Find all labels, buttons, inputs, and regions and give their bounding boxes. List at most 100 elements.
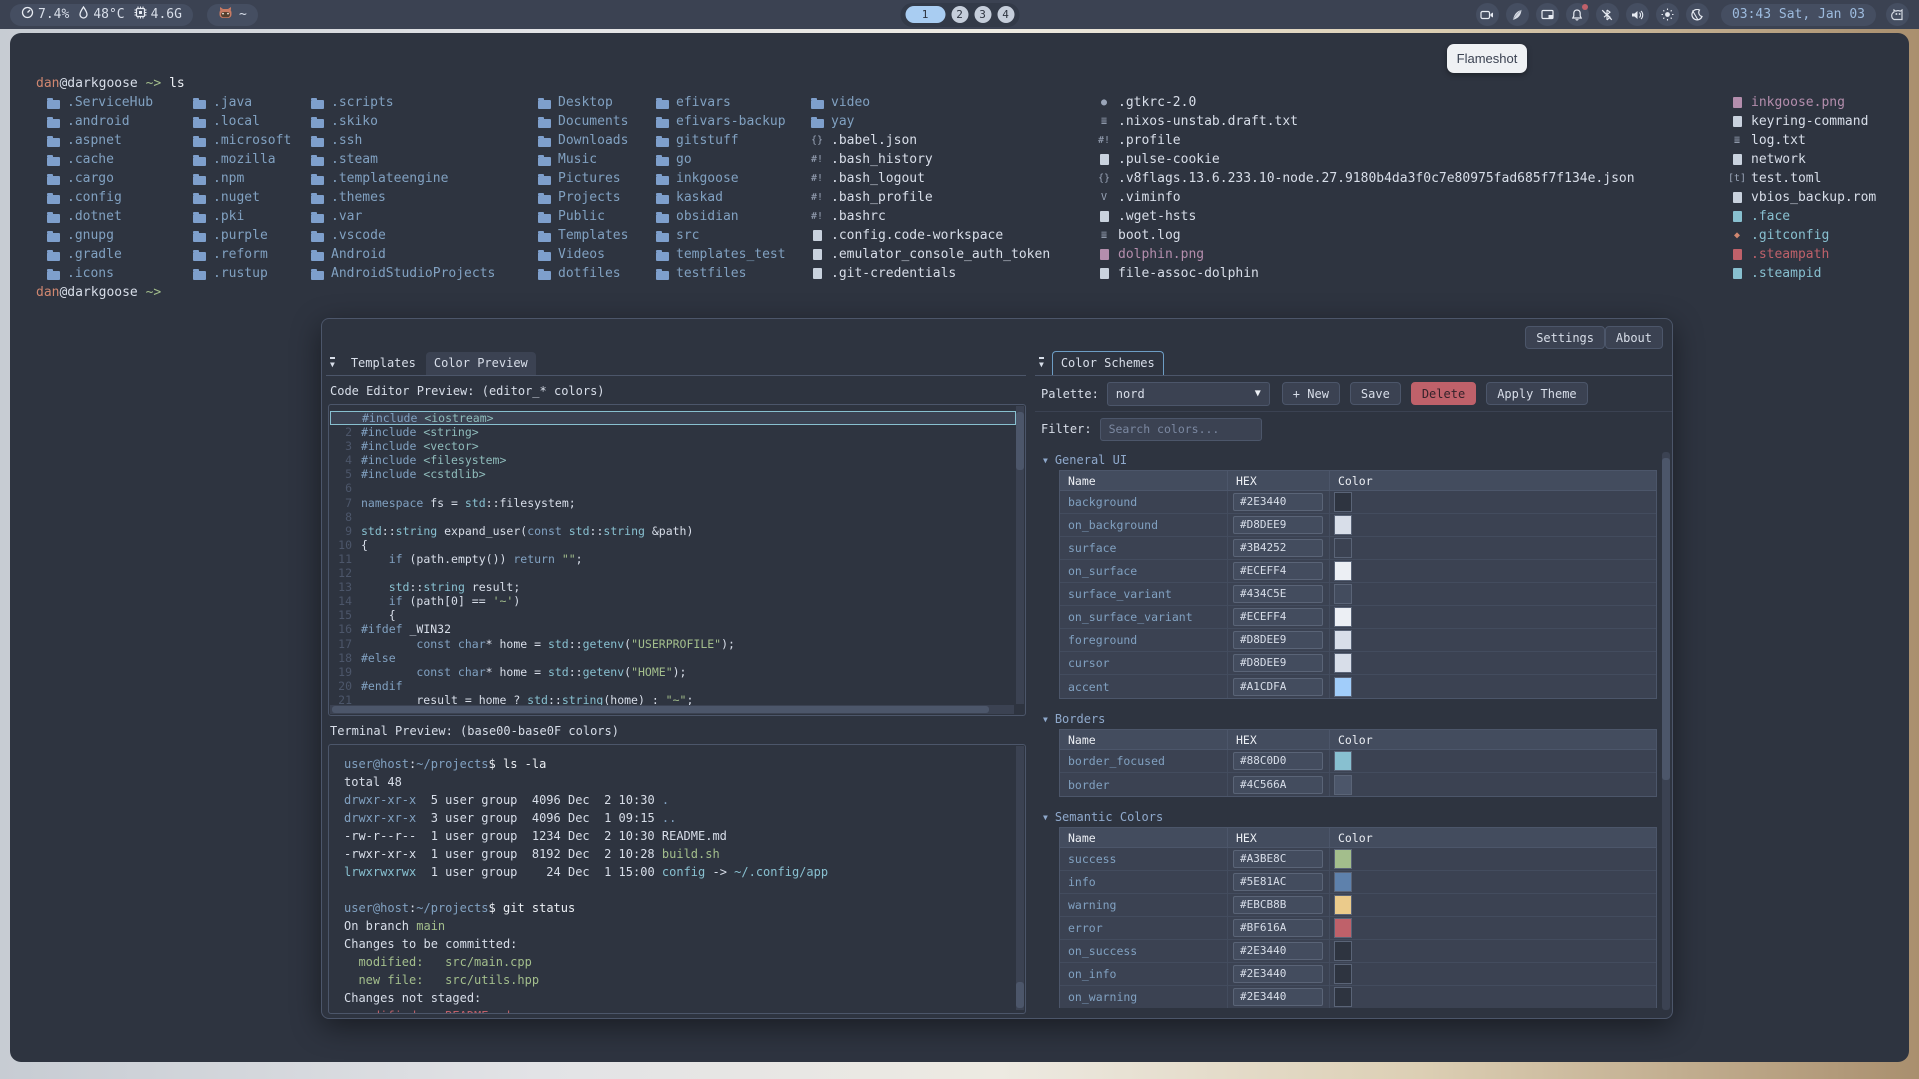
filter-input[interactable] — [1100, 418, 1262, 441]
section-header-semantic-colors[interactable]: ▼Semantic Colors — [1043, 807, 1658, 827]
hex-input[interactable]: #434C5E — [1233, 585, 1323, 603]
file-name: src — [676, 226, 699, 245]
hex-input[interactable]: #ECEFF4 — [1233, 608, 1323, 626]
save-button[interactable]: Save — [1350, 382, 1401, 405]
collapse-icon[interactable]: ▼ — [330, 357, 335, 370]
volume-icon[interactable] — [1626, 3, 1649, 26]
hex-input[interactable]: #3B4252 — [1233, 539, 1323, 557]
file-icon — [1100, 154, 1109, 165]
column-header: Color — [1330, 828, 1656, 847]
hex-input[interactable]: #ECEFF4 — [1233, 562, 1323, 580]
brightness-icon[interactable] — [1656, 3, 1679, 26]
tray-owl-icon[interactable] — [1886, 3, 1909, 26]
flameshot-icon[interactable] — [1506, 3, 1529, 26]
tab-color-schemes[interactable]: Color Schemes — [1052, 351, 1164, 375]
screencast-icon[interactable] — [1476, 3, 1499, 26]
folder-icon — [811, 100, 824, 109]
hex-input[interactable]: #D8DEE9 — [1233, 654, 1323, 672]
workspace-4[interactable]: 4 — [997, 6, 1014, 23]
workspace-3[interactable]: 3 — [974, 6, 991, 23]
color-schemes-scrollbar[interactable] — [1662, 452, 1670, 1010]
hex-input[interactable]: #2E3440 — [1233, 493, 1323, 511]
color-swatch[interactable] — [1334, 872, 1352, 892]
file-listing: .ServiceHub.android.aspnet.cache.cargo.c… — [36, 93, 1909, 283]
line-number: 14 — [329, 594, 361, 608]
notification-icon[interactable] — [1566, 3, 1589, 26]
workspace-2[interactable]: 2 — [951, 6, 968, 23]
hex-input[interactable]: #2E3440 — [1233, 988, 1323, 1006]
hex-input[interactable]: #5E81AC — [1233, 873, 1323, 891]
color-swatch[interactable] — [1334, 941, 1352, 961]
color-swatch[interactable] — [1334, 607, 1352, 627]
hex-input[interactable]: #A1CDFA — [1233, 678, 1323, 696]
code-line: 20#endif — [329, 679, 1025, 693]
color-swatch[interactable] — [1334, 653, 1352, 673]
hex-input[interactable]: #4C566A — [1233, 776, 1323, 794]
file-name: .dotnet — [67, 207, 122, 226]
color-swatch[interactable] — [1334, 895, 1352, 915]
color-swatch[interactable] — [1334, 677, 1352, 697]
tab-color-preview[interactable]: Color Preview — [426, 352, 536, 375]
hex-input[interactable]: #D8DEE9 — [1233, 631, 1323, 649]
color-swatch[interactable] — [1334, 538, 1352, 558]
focused-window-pill[interactable]: ~ — [207, 4, 258, 26]
file-item: ●.gtkrc-2.0 — [1097, 93, 1730, 112]
folder-icon — [193, 271, 206, 280]
apply-theme-button[interactable]: Apply Theme — [1486, 382, 1587, 405]
file-item: src — [655, 226, 810, 245]
new-button[interactable]: + New — [1282, 382, 1340, 405]
line-number: 6 — [329, 481, 361, 495]
color-swatch[interactable] — [1334, 561, 1352, 581]
about-button[interactable]: About — [1605, 326, 1663, 349]
color-name: on_info — [1060, 963, 1228, 985]
file-item: .gnupg — [46, 226, 192, 245]
color-swatch[interactable] — [1334, 964, 1352, 984]
file-name: gitstuff — [676, 131, 739, 150]
clock[interactable]: 03:43 Sat, Jan 03 — [1721, 4, 1876, 26]
editor-horizontal-scrollbar[interactable] — [330, 705, 1014, 714]
file-item: .aspnet — [46, 131, 192, 150]
hex-input[interactable]: #BF616A — [1233, 919, 1323, 937]
color-swatch[interactable] — [1334, 751, 1352, 771]
hex-input[interactable]: #A3BE8C — [1233, 850, 1323, 868]
tab-templates[interactable]: Templates — [343, 352, 424, 375]
night-light-icon[interactable] — [1686, 3, 1709, 26]
file-name: .viminfo — [1118, 188, 1181, 207]
hex-input[interactable]: #2E3440 — [1233, 942, 1323, 960]
section-header-general-ui[interactable]: ▼General UI — [1043, 450, 1658, 470]
section-header-borders[interactable]: ▼Borders — [1043, 709, 1658, 729]
color-swatch[interactable] — [1334, 584, 1352, 604]
bluetooth-off-icon[interactable] — [1596, 3, 1619, 26]
file-name: .config.code-workspace — [831, 226, 1003, 245]
hex-input[interactable]: #D8DEE9 — [1233, 516, 1323, 534]
hex-input[interactable]: #2E3440 — [1233, 965, 1323, 983]
hex-input[interactable]: #88C0D0 — [1233, 752, 1323, 770]
folder-icon — [47, 271, 60, 280]
workspace-1[interactable]: 1 — [905, 6, 945, 23]
code-text: #include <iostream> — [362, 411, 494, 425]
delete-button[interactable]: Delete — [1411, 382, 1476, 405]
folder-icon — [47, 100, 60, 109]
palette-label: Palette: — [1041, 387, 1099, 401]
folder-icon — [656, 138, 669, 147]
collapse-icon[interactable]: ▼ — [1039, 357, 1044, 370]
system-stats-pill[interactable]: 7.4% 48°C 4.6G — [10, 4, 193, 26]
settings-button[interactable]: Settings — [1525, 326, 1605, 349]
color-swatch[interactable] — [1334, 987, 1352, 1007]
palette-select[interactable]: nord ▼ — [1107, 382, 1270, 406]
color-swatch[interactable] — [1334, 775, 1352, 795]
color-swatch[interactable] — [1334, 849, 1352, 869]
color-swatch[interactable] — [1334, 630, 1352, 650]
screenshot-icon[interactable] — [1536, 3, 1559, 26]
file-item: Videos — [537, 245, 655, 264]
hex-input[interactable]: #EBCB8B — [1233, 896, 1323, 914]
code-editor-preview: #include <iostream>2#include <string>3#i… — [328, 404, 1026, 716]
color-swatch[interactable] — [1334, 918, 1352, 938]
editor-vertical-scrollbar[interactable] — [1016, 406, 1024, 704]
color-swatch[interactable] — [1334, 515, 1352, 535]
file-item: .steam — [310, 150, 537, 169]
terminal-preview-line: Changes not staged: — [344, 989, 1025, 1007]
color-swatch[interactable] — [1334, 492, 1352, 512]
terminal-preview-scrollbar[interactable] — [1016, 746, 1024, 1010]
file-item: .mozilla — [192, 150, 310, 169]
